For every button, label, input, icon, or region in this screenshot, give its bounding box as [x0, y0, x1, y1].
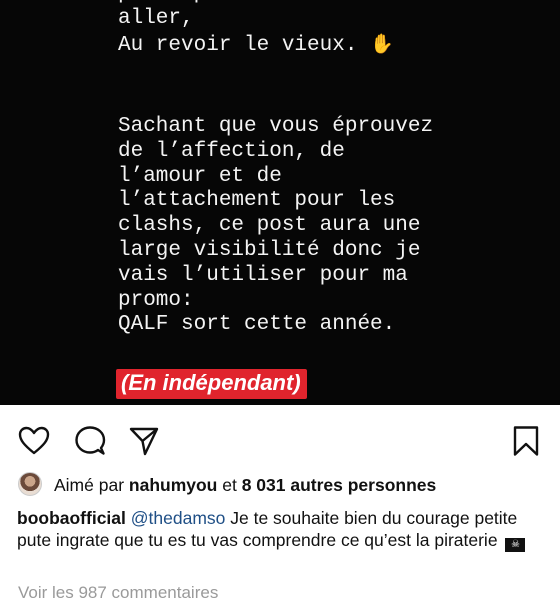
avatar[interactable] [18, 472, 42, 496]
likes-count[interactable]: 8 031 autres personnes [242, 475, 437, 495]
comment-icon[interactable] [74, 425, 106, 457]
story-highlight: (En indépendant) [116, 369, 307, 399]
likes-text: Aimé par nahumyou et 8 031 autres person… [54, 475, 437, 495]
hand-emoji: ✋ [370, 32, 394, 55]
send-icon[interactable] [128, 425, 160, 457]
likes-row: Aimé par nahumyou et 8 031 autres person… [0, 469, 560, 503]
author-username[interactable]: boobaofficial [17, 508, 126, 528]
story-image: principes vont s’en aller, Au revoir le … [0, 0, 560, 405]
story-text-top: principes vont s’en aller, Au revoir le … [118, 0, 394, 57]
post-caption: boobaofficial @thedamso Je te souhaite b… [17, 508, 552, 552]
bookmark-icon[interactable] [510, 425, 542, 457]
view-comments-link[interactable]: Voir les 987 commentaires [18, 583, 218, 603]
action-bar [0, 405, 560, 467]
liker-username[interactable]: nahumyou [129, 475, 217, 495]
story-text-body: Sachant que vous éprouvez de l’affection… [118, 115, 434, 337]
heart-icon[interactable] [18, 425, 50, 457]
mention-link[interactable]: @thedamso [131, 508, 226, 528]
pirate-flag-emoji: ☠ [505, 537, 526, 552]
